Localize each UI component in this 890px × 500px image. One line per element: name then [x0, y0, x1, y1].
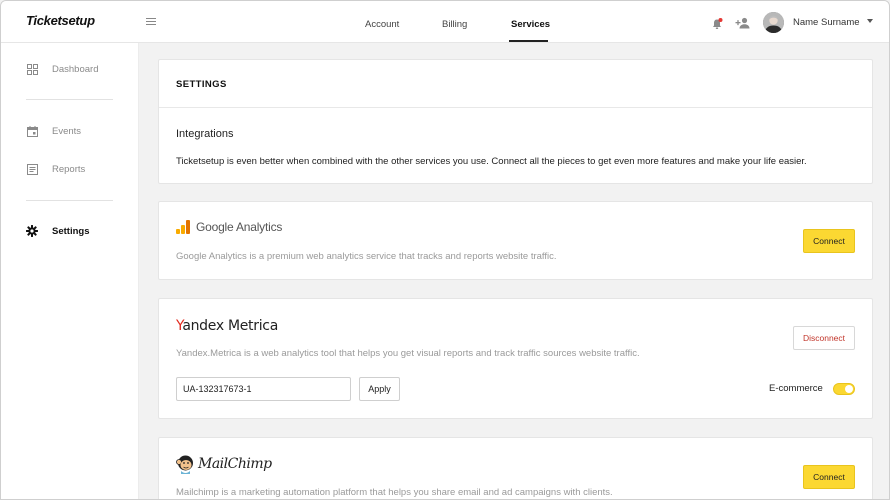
sidebar-divider — [26, 99, 113, 100]
sidebar-item-events[interactable]: Events — [26, 123, 81, 139]
tab-services[interactable]: Services — [511, 19, 550, 30]
header-tabs: Account Billing Services — [1, 1, 889, 43]
sidebar-item-label: Dashboard — [52, 63, 99, 75]
chevron-down-icon[interactable] — [867, 19, 873, 23]
ecommerce-toggle[interactable] — [833, 383, 855, 395]
google-analytics-connect-button[interactable]: Connect — [803, 229, 855, 253]
integrations-title: Integrations — [176, 128, 234, 140]
sidebar-item-dashboard[interactable]: Dashboard — [26, 61, 98, 77]
tab-billing[interactable]: Billing — [442, 19, 467, 30]
sidebar-item-label: Events — [52, 125, 82, 137]
yandex-metrica-logo: Yandex Metrica — [176, 318, 278, 334]
service-name: Google Analytics — [196, 220, 283, 234]
settings-header — [159, 60, 872, 108]
service-description: Yandex.Metrica is a web analytics tool t… — [176, 348, 640, 359]
calendar-icon — [26, 125, 38, 137]
toggle-knob — [845, 385, 853, 393]
notification-bell-icon[interactable] — [711, 17, 723, 29]
add-user-icon[interactable] — [735, 16, 751, 29]
google-analytics-card: Google Analytics Google Analytics is a p… — [158, 201, 873, 280]
mailchimp-card: MailChimp Mailchimp is a marketing autom… — [158, 437, 873, 499]
ecommerce-label: E-commerce — [769, 383, 823, 394]
settings-card: SETTINGS Integrations Ticketsetup is eve… — [158, 59, 873, 184]
sidebar-item-reports[interactable]: Reports — [26, 161, 85, 177]
google-analytics-logo: Google Analytics — [176, 220, 282, 234]
yandex-metrica-disconnect-button[interactable]: Disconnect — [793, 326, 855, 350]
service-name: andex Metrica — [182, 318, 278, 334]
tracking-id-input[interactable] — [176, 377, 351, 401]
service-name: MailChimp — [198, 456, 272, 472]
user-name[interactable]: Name Surname — [793, 17, 860, 28]
mailchimp-connect-button[interactable]: Connect — [803, 465, 855, 489]
service-description: Mailchimp is a marketing automation plat… — [176, 487, 613, 498]
apply-button[interactable]: Apply — [359, 377, 400, 401]
sidebar-item-settings[interactable]: Settings — [26, 223, 89, 239]
integrations-description: Ticketsetup is even better when combined… — [176, 156, 807, 167]
mailchimp-monkey-icon — [176, 454, 195, 474]
sidebar-item-label: Settings — [52, 225, 90, 237]
gear-icon — [26, 225, 38, 237]
analytics-bars-icon — [176, 220, 191, 234]
sidebar-divider — [26, 200, 113, 201]
tab-account[interactable]: Account — [365, 19, 399, 30]
sidebar-item-label: Reports — [52, 163, 86, 175]
page-title: SETTINGS — [176, 79, 227, 90]
app-window: Ticketsetup Account Billing Services Nam… — [0, 0, 890, 500]
document-icon — [26, 163, 38, 175]
avatar[interactable] — [763, 12, 784, 33]
top-bar: Ticketsetup Account Billing Services Nam… — [1, 1, 889, 43]
grid-icon — [26, 63, 38, 75]
mailchimp-logo: MailChimp — [176, 454, 272, 474]
service-description: Google Analytics is a premium web analyt… — [176, 251, 557, 262]
yandex-metrica-card: Yandex Metrica Yandex.Metrica is a web a… — [158, 298, 873, 419]
sidebar: Dashboard Events Reports Settings — [1, 43, 139, 499]
active-tab-indicator — [509, 40, 548, 42]
